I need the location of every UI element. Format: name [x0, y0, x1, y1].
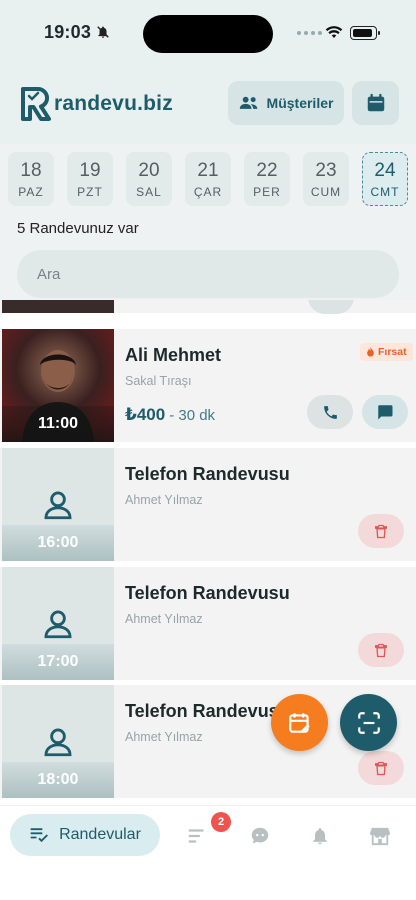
- appointment-thumb: 18:00: [2, 685, 114, 798]
- staff-name: Ahmet Yılmaz: [125, 730, 203, 744]
- status-time: 19:03: [44, 22, 92, 42]
- appointment-title: Telefon Randevusu: [125, 464, 290, 484]
- day-item[interactable]: 20 SAL: [126, 152, 172, 206]
- new-appointment-fab[interactable]: [271, 694, 328, 751]
- call-button[interactable]: [307, 395, 353, 429]
- nav-appointments[interactable]: Randevular: [10, 814, 160, 856]
- message-button[interactable]: [362, 395, 408, 429]
- appointment-card[interactable]: 16:00 Telefon Randevusu Ahmet Yılmaz: [0, 448, 416, 561]
- flame-icon: [367, 347, 374, 357]
- appointment-card[interactable]: 11:00 Ali Mehmet Sakal Tıraşı Fırsat ₺40…: [0, 329, 416, 442]
- search-input[interactable]: Ara: [17, 250, 399, 298]
- day-item[interactable]: 18 PAZ: [8, 152, 54, 206]
- notification-badge: 2: [211, 812, 231, 832]
- day-item[interactable]: 19 PZT: [67, 152, 113, 206]
- day-label: PZT: [77, 184, 103, 199]
- person-icon: [44, 491, 72, 520]
- day-item[interactable]: 21 ÇAR: [185, 152, 231, 206]
- appointment-time: 17:00: [2, 644, 114, 680]
- appointment-card-partial[interactable]: [0, 300, 416, 314]
- day-number: 18: [20, 159, 42, 181]
- customer-name: Ali Mehmet: [125, 345, 222, 365]
- trash-icon: [375, 761, 387, 775]
- appointment-time: 11:00: [2, 406, 114, 442]
- wifi-icon: [325, 26, 343, 38]
- battery-icon: [350, 26, 380, 40]
- queue-icon: [188, 829, 204, 843]
- nav-notifications[interactable]: [308, 824, 332, 848]
- store-icon: [370, 827, 390, 846]
- day-selector: 18 PAZ 19 PZT 20 SAL 21 ÇAR 22 PER 23 CUM 24 CM…: [8, 152, 408, 206]
- customers-label: Müşteriler: [266, 95, 334, 111]
- bottom-nav: Randevular 2: [0, 805, 416, 900]
- staff-name: Ahmet Yılmaz: [125, 493, 203, 507]
- person-icon: [44, 610, 72, 639]
- chat-bubble-icon: [251, 827, 269, 844]
- appointment-thumb: 16:00: [2, 448, 114, 561]
- staff-name: Ahmet Yılmaz: [125, 612, 203, 626]
- nav-queue[interactable]: [186, 824, 210, 848]
- day-label: PER: [253, 184, 281, 199]
- chat-icon: [378, 405, 393, 420]
- customers-button[interactable]: Müşteriler: [228, 81, 344, 125]
- price-duration: ₺400- 30 dk: [125, 405, 215, 425]
- day-number: 22: [256, 159, 278, 181]
- bell-icon: [313, 828, 327, 845]
- price: ₺400: [125, 405, 166, 424]
- day-label: CMT: [370, 184, 400, 199]
- appointment-title: Telefon Randevusu: [125, 701, 290, 721]
- logo-r-icon: [21, 86, 51, 121]
- trash-icon: [375, 643, 387, 657]
- day-number: 19: [79, 159, 101, 181]
- dynamic-island: [143, 15, 273, 53]
- appointment-thumb: [2, 300, 114, 313]
- day-label: PAZ: [18, 184, 44, 199]
- appointment-count: 5 Randevunuz var: [17, 220, 139, 237]
- calendar-button[interactable]: [352, 81, 399, 125]
- nav-appointments-label: Randevular: [59, 826, 141, 843]
- day-item[interactable]: 22 PER: [244, 152, 290, 206]
- appointment-time: 16:00: [2, 525, 114, 561]
- service-name: Sakal Tıraşı: [125, 374, 192, 388]
- people-icon: [239, 96, 257, 109]
- app-logo: randevu.biz: [20, 86, 173, 122]
- calendar-icon: [367, 93, 384, 112]
- list-check-icon: [30, 828, 49, 843]
- phone-icon: [323, 405, 337, 419]
- day-label: ÇAR: [193, 184, 223, 199]
- day-number: 21: [197, 159, 219, 181]
- calendar-edit-icon: [288, 712, 310, 733]
- deal-badge-label: Fırsat: [378, 346, 407, 358]
- day-label: SAL: [136, 184, 162, 199]
- customer-photo: 11:00: [2, 329, 114, 442]
- delete-button[interactable]: [358, 751, 404, 785]
- delete-button[interactable]: [358, 514, 404, 548]
- logo-text: randevu.biz: [54, 92, 173, 115]
- day-number: 23: [315, 159, 337, 181]
- appointment-title: Telefon Randevusu: [125, 583, 290, 603]
- nav-store[interactable]: [368, 824, 392, 848]
- search-placeholder: Ara: [37, 265, 61, 283]
- phone-button[interactable]: [308, 300, 354, 314]
- day-label: CUM: [310, 184, 342, 199]
- person-icon: [44, 728, 72, 757]
- day-number: 24: [374, 159, 396, 181]
- scan-icon: [357, 711, 380, 734]
- nav-messages[interactable]: [248, 824, 272, 848]
- day-item-selected[interactable]: 24 CMT: [362, 152, 408, 206]
- signal-icon: [297, 31, 322, 35]
- trash-icon: [375, 524, 387, 538]
- appointment-thumb: 17:00: [2, 567, 114, 680]
- deal-badge: Fırsat: [360, 343, 413, 361]
- scan-fab[interactable]: [340, 694, 397, 751]
- delete-button[interactable]: [358, 633, 404, 667]
- bell-off-icon: [97, 26, 109, 38]
- day-item[interactable]: 23 CUM: [303, 152, 349, 206]
- appointment-time: 18:00: [2, 762, 114, 798]
- duration: - 30 dk: [169, 407, 216, 424]
- appointment-card[interactable]: 17:00 Telefon Randevusu Ahmet Yılmaz: [0, 567, 416, 680]
- day-number: 20: [138, 159, 160, 181]
